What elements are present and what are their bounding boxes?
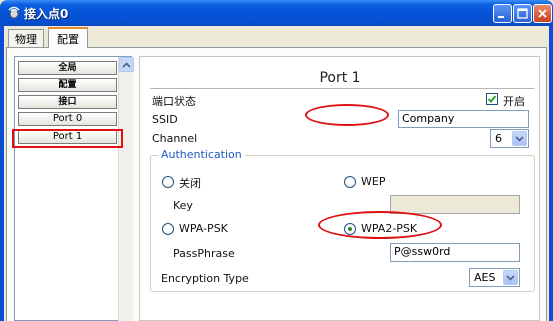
sidebar-item-port0[interactable]: Port 0 xyxy=(18,112,117,126)
channel-label: Channel xyxy=(152,132,198,145)
access-point-icon xyxy=(6,5,22,21)
encryption-type-label: Encryption Type xyxy=(161,272,249,285)
chevron-up-icon xyxy=(122,58,131,71)
annotation-ellipse-wpa2 xyxy=(318,211,442,239)
window-title: 接入点0 xyxy=(24,7,69,21)
radio-wpa-psk-label: WPA-PSK xyxy=(179,222,228,235)
chevron-down-icon xyxy=(512,131,527,146)
encryption-type-value: AES xyxy=(474,271,496,284)
close-icon xyxy=(537,8,548,19)
sidebar-item-config[interactable]: 配置 xyxy=(18,78,117,92)
port-status-label: 端口状态 xyxy=(152,95,196,108)
window-frame-left xyxy=(0,26,4,321)
close-button[interactable] xyxy=(533,4,552,23)
minimize-icon xyxy=(497,8,508,19)
key-input[interactable] xyxy=(390,195,520,214)
tab-config[interactable]: 配置 xyxy=(48,27,88,48)
radio-wpa-psk[interactable] xyxy=(162,223,174,235)
ssid-label: SSID xyxy=(152,113,178,126)
sidebar-item-interface[interactable]: 接口 xyxy=(18,95,117,109)
minimize-button[interactable] xyxy=(493,4,512,23)
encryption-type-select[interactable]: AES xyxy=(469,268,520,287)
scroll-up-button[interactable] xyxy=(119,57,134,72)
tab-physical[interactable]: 物理 xyxy=(8,29,44,47)
window-frame-right xyxy=(549,26,553,321)
radio-disabled-label: 关闭 xyxy=(179,177,201,190)
page-title: Port 1 xyxy=(319,70,361,86)
chevron-down-icon xyxy=(503,270,518,285)
ssid-input[interactable]: Company xyxy=(398,110,529,128)
channel-value: 6 xyxy=(495,132,502,145)
sidebar-item-global[interactable]: 全局 xyxy=(18,61,117,75)
radio-disabled[interactable] xyxy=(162,176,174,188)
maximize-icon xyxy=(517,8,528,19)
passphrase-input[interactable]: P@ssw0rd xyxy=(390,243,520,262)
authentication-legend: Authentication xyxy=(158,148,245,161)
port-status-checkbox[interactable] xyxy=(486,93,498,105)
passphrase-label: PassPhrase xyxy=(173,247,235,260)
sidebar-scrollbar[interactable] xyxy=(118,57,134,321)
annotation-highlight-port1 xyxy=(12,129,123,148)
title-bar[interactable]: 接入点0 xyxy=(0,0,553,26)
annotation-ellipse-ssid xyxy=(305,104,389,126)
channel-select[interactable]: 6 xyxy=(490,129,529,148)
radio-wep-label: WEP xyxy=(361,175,386,188)
maximize-button[interactable] xyxy=(513,4,532,23)
port-status-on-label: 开启 xyxy=(503,95,525,108)
key-label: Key xyxy=(173,199,193,212)
title-divider xyxy=(150,88,534,89)
radio-wep[interactable] xyxy=(344,176,356,188)
